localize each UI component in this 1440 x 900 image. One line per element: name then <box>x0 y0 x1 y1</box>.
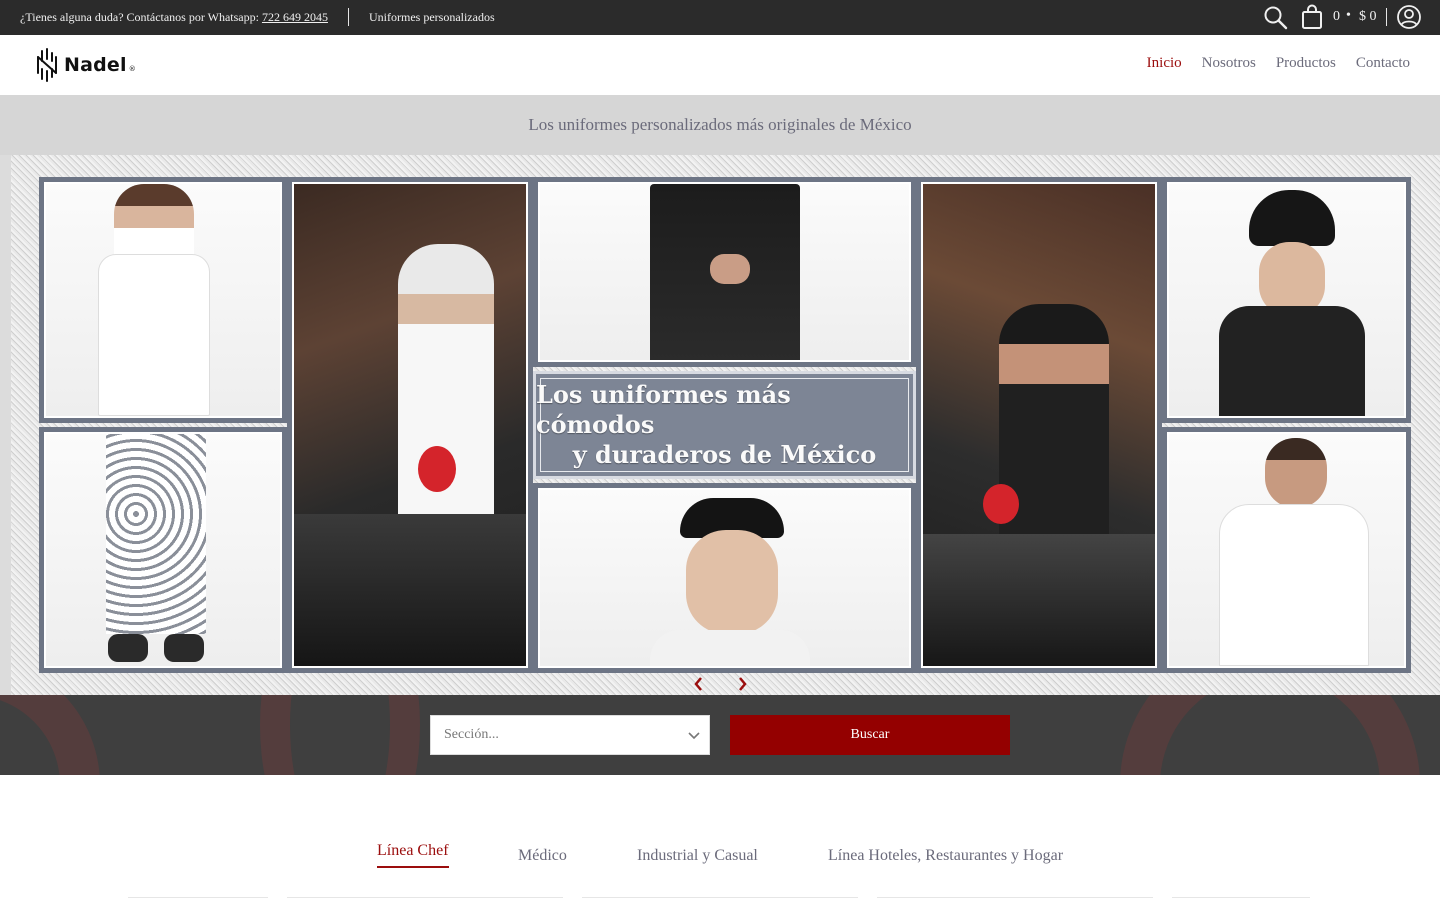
announcement-bar: Los uniformes personalizados más origina… <box>0 95 1440 155</box>
site-header: Nadel ® Inicio Nosotros Productos Contac… <box>0 35 1440 95</box>
section-select[interactable]: Sección... <box>430 715 710 755</box>
decorative-arc <box>1120 695 1420 775</box>
category-tabs: Línea Chef Médico Industrial y Casual Lí… <box>0 835 1440 875</box>
chevron-down-icon <box>688 732 700 740</box>
nav-item-productos[interactable]: Productos <box>1276 55 1336 72</box>
slider-prev-button[interactable] <box>690 675 708 693</box>
hero-photo-chef-cooking-woman <box>287 177 533 673</box>
contact-prefix: ¿Tienes alguna duda? Contáctanos por Wha… <box>20 10 262 24</box>
hero-photo-chef-pants <box>39 427 287 673</box>
hero-headline-line-1: Los uniformes más cómodos <box>536 380 791 439</box>
search-icon <box>1264 6 1288 30</box>
chevron-right-icon <box>739 677 747 691</box>
decorative-arc <box>0 695 100 775</box>
tab-medico[interactable]: Médico <box>518 847 567 865</box>
tab-hoteles-restaurantes-hogar[interactable]: Línea Hoteles, Restaurantes y Hogar <box>828 847 1063 865</box>
nav-item-contacto[interactable]: Contacto <box>1356 55 1410 72</box>
hero-photo-chef-hat-woman <box>1162 177 1411 423</box>
account-button[interactable] <box>1396 4 1422 30</box>
tab-industrial-casual[interactable]: Industrial y Casual <box>637 847 758 865</box>
shopping-bag-icon <box>1302 4 1322 29</box>
cart-total[interactable]: $ 0 <box>1359 9 1377 25</box>
tagline: Uniformes personalizados <box>369 10 495 24</box>
nav-item-nosotros[interactable]: Nosotros <box>1202 55 1256 72</box>
decorative-arc <box>260 695 420 775</box>
chevron-left-icon <box>694 677 702 691</box>
section-select-placeholder: Sección... <box>444 727 499 742</box>
brand-registered-mark: ® <box>128 65 136 73</box>
tab-linea-chef[interactable]: Línea Chef <box>377 842 449 868</box>
section-search-bar: Sección... Buscar <box>0 695 1440 775</box>
buscar-button[interactable]: Buscar <box>730 715 1010 755</box>
brand-mark-icon <box>37 48 57 82</box>
cart-count[interactable]: 0 <box>1333 9 1340 25</box>
hero-headline-line-2: y duraderos de México <box>572 440 877 469</box>
cart-button[interactable] <box>1300 4 1326 30</box>
account-icon <box>1397 5 1421 29</box>
top-bar: ¿Tienes alguna duda? Contáctanos por Wha… <box>0 0 1440 35</box>
contact-text: ¿Tienes alguna duda? Contáctanos por Wha… <box>20 10 328 25</box>
whatsapp-phone-link[interactable]: 722 649 2045 <box>262 10 328 24</box>
hero-photo-chef-cooking-man <box>916 177 1162 673</box>
brand-logo[interactable]: Nadel ® <box>36 47 136 83</box>
hero-headline-banner: Los uniformes más cómodos y duraderos de… <box>533 371 916 479</box>
hero-photo-chef-cap-woman <box>533 483 916 673</box>
cart-separator-dot: • <box>1346 8 1351 23</box>
brand-name: Nadel <box>64 54 127 76</box>
divider <box>348 8 349 26</box>
divider <box>1386 8 1387 26</box>
search-button[interactable] <box>1263 5 1289 31</box>
nav-item-inicio[interactable]: Inicio <box>1147 55 1182 72</box>
hero-photo-black-jacket <box>533 177 916 367</box>
hero-slider[interactable]: Los uniformes más cómodos y duraderos de… <box>0 155 1440 695</box>
hero-photo-chef-jacket-man <box>1162 427 1411 673</box>
main-nav: Inicio Nosotros Productos Contacto <box>1147 55 1410 72</box>
hero-photo-chef-jacket-woman <box>39 177 287 423</box>
slider-next-button[interactable] <box>733 675 751 693</box>
